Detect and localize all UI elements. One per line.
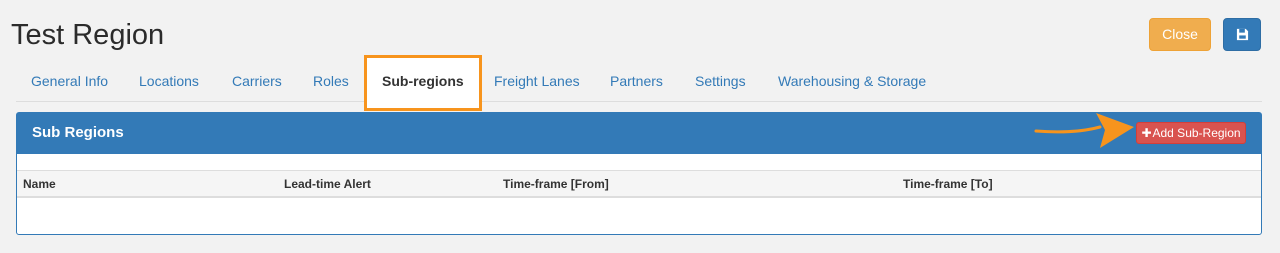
page: Test Region Close General Info Locations… [0,0,1280,253]
add-sub-region-button[interactable]: ✚Add Sub-Region [1136,122,1246,144]
add-sub-region-label: Add Sub-Region [1152,126,1241,140]
tab-roles[interactable]: Roles [313,60,349,102]
close-button[interactable]: Close [1149,18,1211,51]
tab-freight-lanes[interactable]: Freight Lanes [494,60,580,102]
column-header-time-frame-from[interactable]: Time-frame [From] [503,177,609,191]
save-icon [1236,28,1248,41]
tab-settings[interactable]: Settings [695,60,746,102]
plus-icon: ✚ [1141,126,1152,140]
table-header: Name Lead-time Alert Time-frame [From] T… [17,170,1261,198]
tab-sub-regions[interactable]: Sub-regions [382,60,464,102]
column-header-name[interactable]: Name [23,177,56,191]
column-header-time-frame-to[interactable]: Time-frame [To] [903,177,993,191]
tab-carriers[interactable]: Carriers [232,60,282,102]
tab-bar: General Info Locations Carriers Roles Su… [16,55,1262,111]
tab-locations[interactable]: Locations [139,60,199,102]
tab-warehousing-storage[interactable]: Warehousing & Storage [778,60,926,102]
tab-general-info[interactable]: General Info [31,60,108,102]
page-title: Test Region [11,19,165,51]
tab-partners[interactable]: Partners [610,60,663,102]
save-button[interactable] [1223,18,1261,51]
annotation-arrow-icon [1034,113,1134,148]
panel-title: Sub Regions [32,124,124,141]
column-header-lead-time-alert[interactable]: Lead-time Alert [284,177,371,191]
